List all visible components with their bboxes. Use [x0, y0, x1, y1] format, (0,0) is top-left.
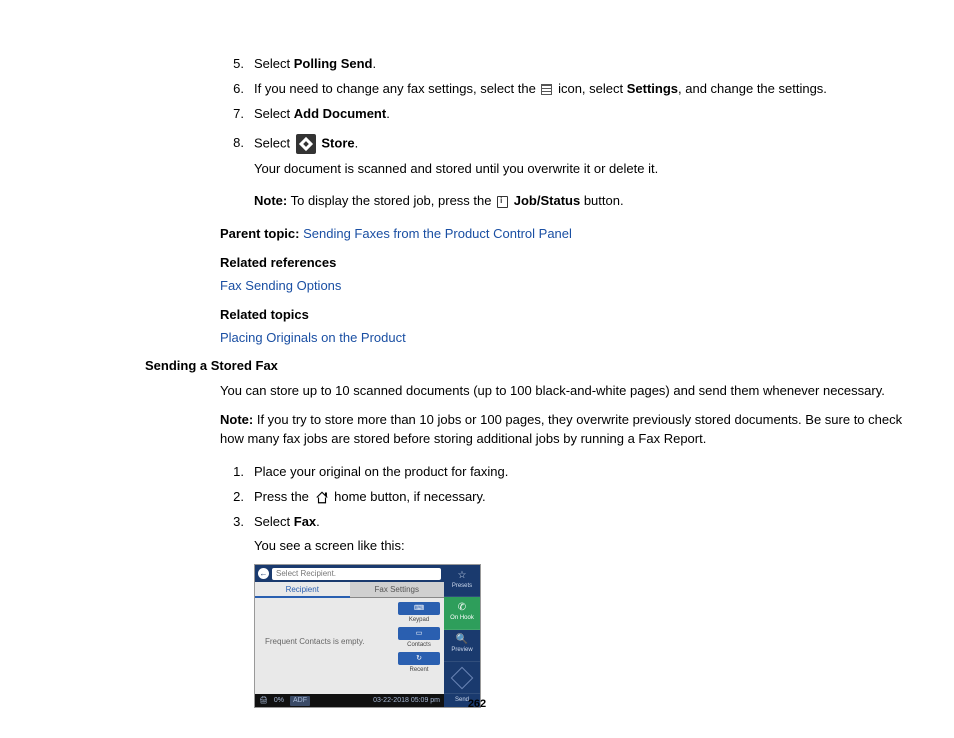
step-num: 3.: [220, 513, 254, 532]
keypad-button[interactable]: ⌨: [398, 602, 440, 615]
step-text: Select Store.: [254, 134, 920, 154]
home-icon: [315, 491, 329, 504]
step-6: 6. If you need to change any fax setting…: [220, 80, 920, 99]
menu-icon: [541, 84, 552, 95]
presets-button[interactable]: ☆ Presets: [444, 565, 480, 597]
back-icon[interactable]: ←: [258, 568, 269, 579]
step-num: 6.: [220, 80, 254, 99]
steps-first: 5. Select Polling Send. 6. If you need t…: [220, 55, 920, 154]
star-icon: ☆: [458, 571, 467, 581]
step-text: Place your original on the product for f…: [254, 463, 920, 482]
note-overwrite: Note: If you try to store more than 10 j…: [220, 411, 920, 449]
recent-button[interactable]: ↻: [398, 652, 440, 665]
step-text: Select Add Document.: [254, 105, 920, 124]
intro-paragraph: You can store up to 10 scanned documents…: [220, 382, 920, 401]
related-references-label: Related references: [220, 254, 920, 273]
sub-scanned: Your document is scanned and stored unti…: [254, 160, 920, 179]
contacts-label: Contacts: [398, 641, 440, 650]
note-display-job: Note: To display the stored job, press t…: [254, 192, 920, 211]
related-references-link[interactable]: Fax Sending Options: [220, 277, 920, 296]
step-8: 8. Select Store.: [220, 134, 920, 154]
related-topics-link[interactable]: Placing Originals on the Product: [220, 329, 920, 348]
step-num: 7.: [220, 105, 254, 124]
keypad-label: Keypad: [398, 616, 440, 625]
related-topics-label: Related topics: [220, 306, 920, 325]
steps-second: 1. Place your original on the product fo…: [220, 463, 920, 532]
fax-right-panel: ☆ Presets ✆ On Hook 🔍 Preview: [444, 565, 480, 694]
diamond-icon: [451, 666, 474, 689]
phone-icon: ✆: [458, 603, 466, 613]
step-text: Press the home button, if necessary.: [254, 488, 920, 507]
sub-see-screen: You see a screen like this:: [254, 537, 920, 556]
preview-button[interactable]: 🔍 Preview: [444, 630, 480, 662]
section-heading-sending-stored-fax: Sending a Stored Fax: [145, 357, 920, 376]
onhook-button[interactable]: ✆ On Hook: [444, 597, 480, 629]
parent-topic-link[interactable]: Sending Faxes from the Product Control P…: [303, 226, 572, 241]
recent-label: Recent: [398, 666, 440, 675]
tab-recipient[interactable]: Recipient: [255, 582, 350, 598]
step-num: 2.: [220, 488, 254, 507]
fax-body: Frequent Contacts is empty. ⌨ Keypad ▭ C…: [255, 598, 444, 694]
step-text: Select Polling Send.: [254, 55, 920, 74]
step-1: 1. Place your original on the product fo…: [220, 463, 920, 482]
step-num: 5.: [220, 55, 254, 74]
send-button[interactable]: [444, 662, 480, 694]
step-2: 2. Press the home button, if necessary.: [220, 488, 920, 507]
step-3: 3. Select Fax.: [220, 513, 920, 532]
frequent-contacts-empty: Frequent Contacts is empty.: [265, 636, 364, 648]
select-recipient-field[interactable]: Select Recipient.: [272, 568, 441, 580]
step-num: 1.: [220, 463, 254, 482]
step-5: 5. Select Polling Send.: [220, 55, 920, 74]
step-num: 8.: [220, 134, 254, 154]
step-text: Select Fax.: [254, 513, 920, 532]
fax-screen-illustration: ← Select Recipient. Recipient Fax Settin…: [254, 564, 481, 708]
page-number: 262: [0, 697, 954, 713]
job-status-icon: [497, 196, 508, 208]
store-icon: [296, 134, 316, 154]
tab-fax-settings[interactable]: Fax Settings: [350, 582, 445, 598]
fax-topbar: ← Select Recipient.: [255, 565, 444, 582]
fax-tabs: Recipient Fax Settings: [255, 582, 444, 598]
preview-icon: 🔍: [456, 635, 468, 645]
contacts-button[interactable]: ▭: [398, 627, 440, 640]
step-7: 7. Select Add Document.: [220, 105, 920, 124]
step-text: If you need to change any fax settings, …: [254, 80, 920, 99]
parent-topic-row: Parent topic: Sending Faxes from the Pro…: [220, 225, 920, 244]
